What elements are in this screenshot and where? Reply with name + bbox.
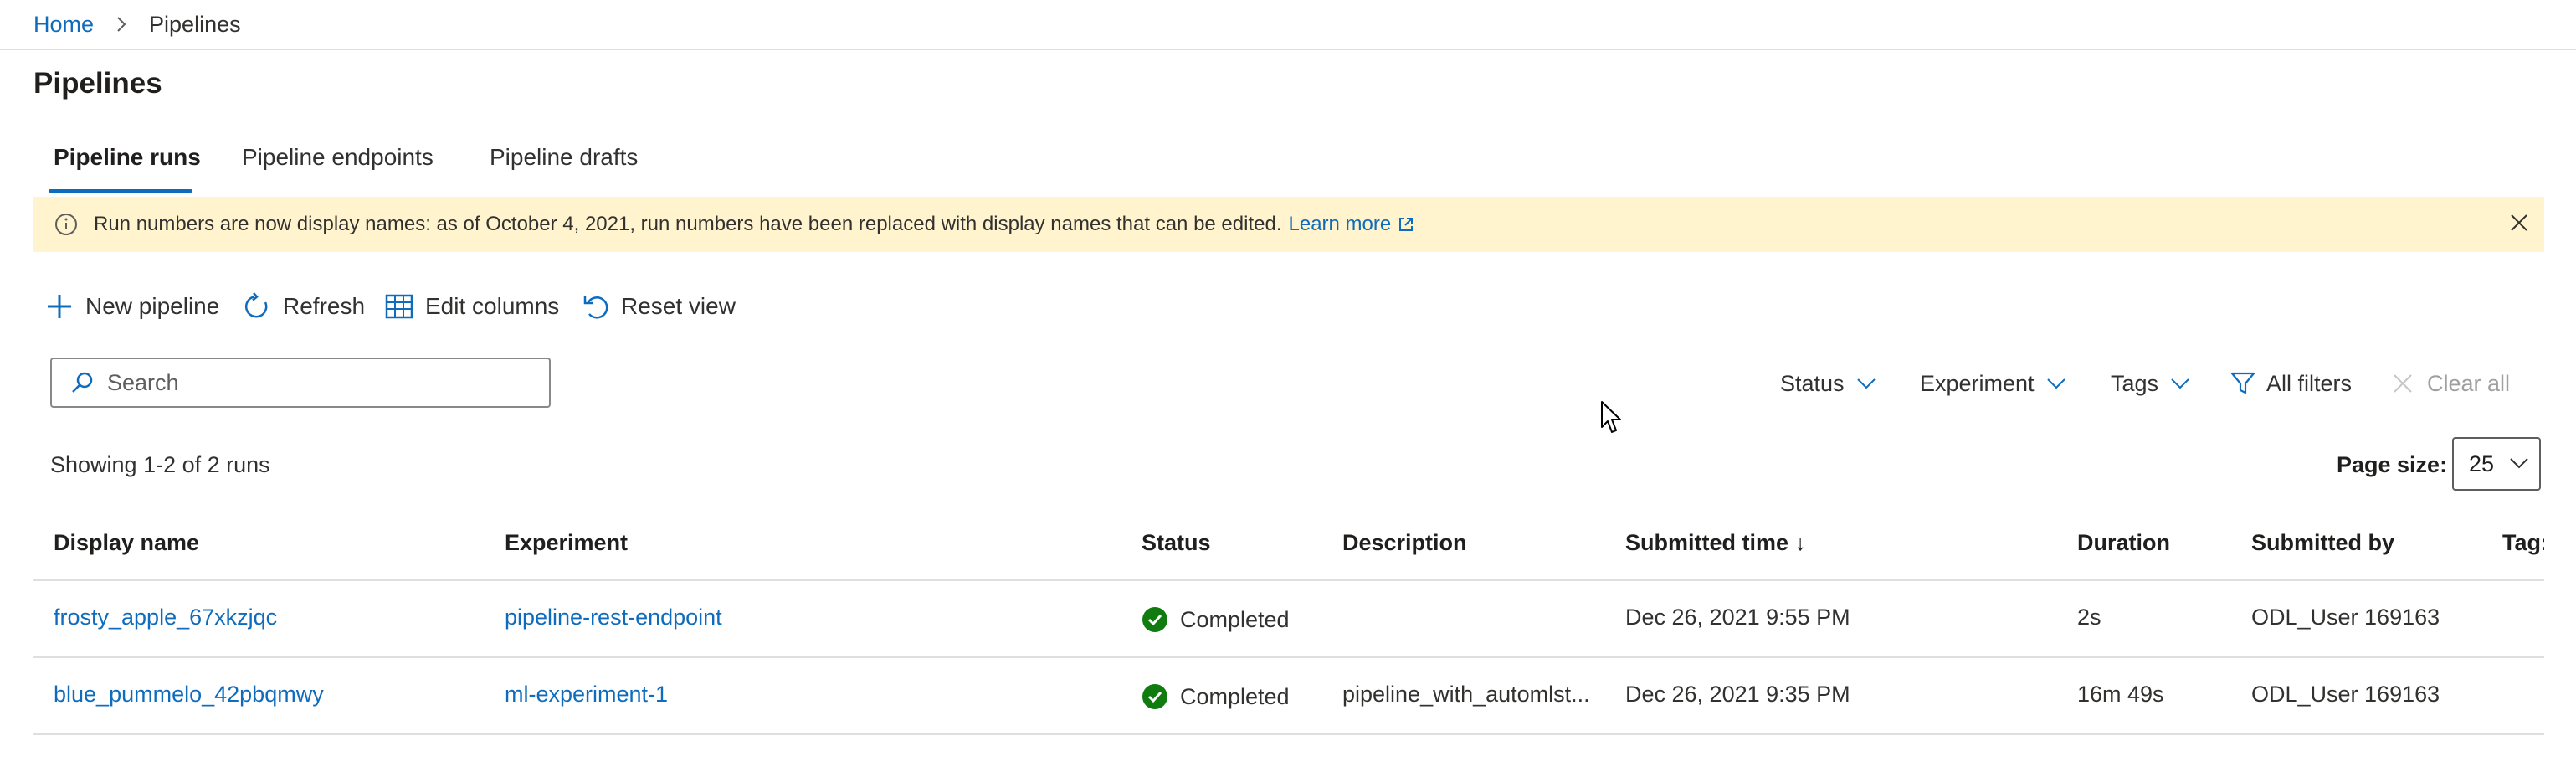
row-divider [33, 656, 2544, 658]
breadcrumb-current: Pipelines [149, 11, 241, 37]
status-filter[interactable]: Status [1780, 367, 1876, 400]
search-box[interactable] [50, 358, 551, 408]
page-size-dropdown[interactable]: 25 [2452, 437, 2541, 491]
tab-pipeline-runs[interactable]: Pipeline runs [54, 144, 201, 171]
column-header-duration[interactable]: Duration [2077, 530, 2170, 556]
results-count: Showing 1-2 of 2 runs [50, 452, 270, 477]
breadcrumb-home-link[interactable]: Home [33, 12, 94, 38]
experiment-link[interactable]: pipeline-rest-endpoint [505, 605, 722, 630]
close-icon[interactable] [2507, 211, 2531, 234]
status-text: Completed [1180, 606, 1290, 632]
clear-all-label: Clear all [2427, 370, 2511, 396]
chevron-down-icon [2170, 378, 2190, 389]
column-header-description[interactable]: Description [1342, 530, 1467, 556]
all-filters-label: All filters [2266, 370, 2353, 396]
all-filters-button[interactable]: All filters [2230, 367, 2352, 400]
submitted-by-cell: ODL_User 169163 [2251, 682, 2440, 707]
row-divider [33, 733, 2544, 735]
search-input[interactable] [105, 368, 527, 397]
chevron-down-icon [1856, 378, 1876, 389]
plus-icon [45, 292, 74, 321]
tab-pipeline-drafts[interactable]: Pipeline drafts [490, 144, 638, 171]
active-tab-indicator [49, 189, 192, 193]
page-size-label: Page size: [2337, 452, 2448, 477]
mouse-cursor-icon [1600, 400, 1624, 435]
undo-icon [581, 292, 609, 321]
duration-cell: 2s [2077, 605, 2101, 630]
status-text: Completed [1180, 683, 1290, 709]
clear-all-button[interactable]: Clear all [2392, 367, 2510, 400]
filter-funnel-icon [2230, 370, 2256, 397]
column-header-tags[interactable]: Tag: [2502, 530, 2544, 556]
new-pipeline-label: New pipeline [85, 293, 220, 319]
breadcrumb: Home Pipelines [33, 0, 241, 49]
column-header-experiment[interactable]: Experiment [505, 530, 628, 556]
new-pipeline-button[interactable]: New pipeline [45, 290, 219, 323]
table-columns-icon [385, 293, 413, 320]
page-title: Pipelines [33, 67, 162, 100]
experiment-filter[interactable]: Experiment [1920, 367, 2066, 400]
experiment-filter-label: Experiment [1920, 370, 2035, 396]
external-link-icon [1398, 216, 1414, 233]
chevron-right-icon [115, 15, 127, 33]
edit-columns-button[interactable]: Edit columns [385, 290, 559, 323]
learn-more-link[interactable]: Learn more [1289, 213, 1392, 236]
check-circle-icon [1142, 607, 1167, 632]
header-divider [0, 49, 2576, 50]
check-circle-icon [1142, 684, 1167, 709]
refresh-icon [243, 292, 271, 321]
run-display-name-link[interactable]: blue_pummelo_42pbqmwy [54, 682, 324, 708]
reset-view-label: Reset view [621, 293, 736, 319]
status-cell: Completed [1142, 606, 1290, 633]
column-header-submitted-by[interactable]: Submitted by [2251, 530, 2394, 556]
clear-icon [2392, 373, 2414, 394]
tab-pipeline-endpoints[interactable]: Pipeline endpoints [242, 144, 434, 171]
tags-filter-label: Tags [2111, 370, 2159, 396]
run-display-name-link[interactable]: frosty_apple_67xkzjqc [54, 605, 277, 630]
experiment-link[interactable]: ml-experiment-1 [505, 682, 668, 708]
submitted-time-cell: Dec 26, 2021 9:55 PM [1625, 605, 1850, 630]
submitted-by-cell: ODL_User 169163 [2251, 605, 2440, 630]
info-icon [54, 212, 79, 237]
chevron-down-icon [2509, 457, 2529, 469]
chevron-down-icon [2046, 378, 2066, 389]
column-header-status[interactable]: Status [1142, 530, 1211, 556]
submitted-time-cell: Dec 26, 2021 9:35 PM [1625, 682, 1850, 707]
column-header-display-name[interactable]: Display name [54, 530, 199, 556]
column-header-submitted-time[interactable]: Submitted time ↓ [1625, 530, 1806, 556]
duration-cell: 16m 49s [2077, 682, 2164, 707]
banner-message: Run numbers are now display names: as of… [94, 213, 1282, 235]
search-icon [70, 371, 94, 394]
status-filter-label: Status [1780, 370, 1845, 396]
page-size-value: 25 [2469, 450, 2495, 476]
refresh-button[interactable]: Refresh [243, 290, 365, 323]
refresh-label: Refresh [283, 293, 366, 319]
edit-columns-label: Edit columns [425, 293, 560, 319]
tags-filter[interactable]: Tags [2111, 367, 2190, 400]
info-banner: Run numbers are now display names: as of… [33, 197, 2544, 252]
description-cell: pipeline_with_automlst... [1342, 682, 1590, 707]
header-row-divider [33, 579, 2544, 581]
status-cell: Completed [1142, 683, 1290, 710]
reset-view-button[interactable]: Reset view [581, 290, 736, 323]
